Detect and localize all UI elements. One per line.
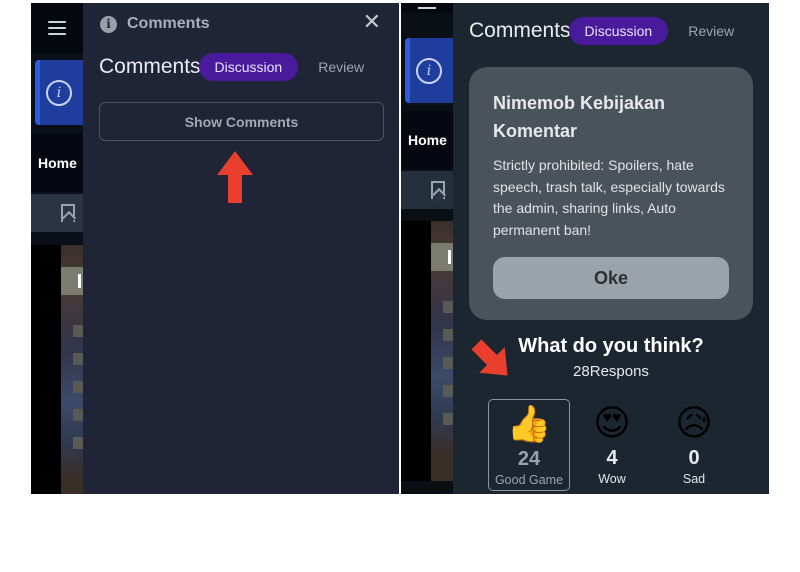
tab-review[interactable]: Review (688, 23, 734, 39)
reaction-label: Wow (598, 472, 626, 486)
reaction-sad[interactable]: 😥 0 Sad (653, 399, 735, 491)
comments-panel: Comments Discussion Review Nimemob Kebij… (453, 3, 769, 494)
reaction-count: 24 (517, 448, 541, 470)
info-icon: i (46, 79, 72, 106)
info-icon: i (416, 57, 442, 84)
menu-button[interactable] (31, 3, 83, 53)
background-sidebar: i Home (401, 3, 453, 494)
bookmark-icon (61, 204, 75, 222)
bookmark-icon (431, 181, 445, 199)
comments-panel: i Comments ✕ Comments Discussion Review … (83, 3, 399, 494)
bookmark-button[interactable] (401, 171, 453, 209)
reaction-good-game[interactable]: 👍 24 Good Game (488, 399, 570, 491)
thumbs-up-icon: 👍 (506, 404, 552, 445)
sad-face-icon: 😥 (675, 403, 713, 444)
sidebar-item-home[interactable]: Home (401, 111, 453, 169)
background-poster-image (31, 245, 83, 494)
reaction-count: 4 (606, 447, 618, 469)
close-button[interactable]: ✕ (363, 11, 381, 33)
tab-discussion[interactable]: Discussion (568, 17, 669, 45)
background-poster-image (401, 221, 453, 481)
tabs-title: Comments (469, 19, 571, 42)
panel-header: i Comments ✕ (83, 3, 399, 45)
menu-button[interactable] (401, 3, 453, 13)
right-screenshot: i Home Comments Discussion Review Nimemo… (401, 3, 769, 494)
tabs-title: Comments (99, 55, 201, 78)
tab-review[interactable]: Review (318, 59, 364, 75)
sidebar-item-info[interactable]: i (405, 38, 453, 103)
reaction-label: Sad (682, 472, 706, 486)
hamburger-menu-icon (418, 7, 436, 9)
left-screenshot: i Home i Comments ✕ Comments Discussion … (31, 3, 399, 494)
background-sidebar: i Home (31, 3, 83, 494)
dialog-body: Strictly prohibited: Spoilers, hate spee… (493, 157, 725, 238)
comments-tabs: Comments Discussion Review (99, 53, 364, 81)
reaction-wow[interactable]: 😍 4 Wow (571, 399, 653, 491)
tab-discussion[interactable]: Discussion (198, 53, 299, 81)
reaction-count: 0 (688, 447, 700, 469)
heart-eyes-icon: 😍 (593, 403, 631, 444)
reaction-list: 👍 24 Good Game 😍 4 Wow 😥 0 Sad (488, 399, 738, 491)
hamburger-menu-icon (48, 21, 66, 35)
bookmark-button[interactable] (31, 194, 83, 232)
home-label: Home (38, 155, 77, 171)
annotation-arrow-diagonal-icon (471, 339, 508, 376)
panel-title: Comments (127, 15, 210, 32)
show-comments-label: Show Comments (184, 113, 299, 130)
show-comments-button[interactable]: Show Comments (99, 102, 384, 141)
dialog-title: Nimemob Kebijakan Komentar (493, 93, 666, 141)
annotation-arrow-up-icon (217, 151, 253, 203)
home-label: Home (408, 132, 447, 148)
comments-tabs: Comments Discussion Review (469, 17, 734, 45)
oke-button[interactable]: Oke (493, 257, 729, 299)
sidebar-item-info[interactable]: i (35, 60, 83, 125)
comment-policy-dialog: Nimemob Kebijakan Komentar Strictly proh… (469, 67, 753, 320)
reaction-label: Good Game (494, 473, 564, 487)
info-icon: i (100, 15, 117, 33)
sidebar-item-home[interactable]: Home (31, 134, 83, 192)
